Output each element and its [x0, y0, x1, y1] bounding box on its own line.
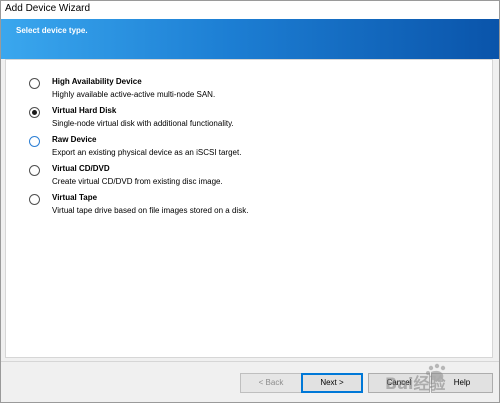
option-description: Virtual tape drive based on file images … — [52, 206, 249, 215]
cancel-button[interactable]: Cancel — [368, 373, 430, 393]
radio-button[interactable] — [29, 165, 40, 176]
option-description: Export an existing physical device as an… — [52, 148, 242, 157]
window-title: Add Device Wizard — [5, 3, 91, 14]
option-title: High Availability Device — [52, 77, 142, 86]
option-virtual-hard-disk[interactable]: Virtual Hard Disk Single-node virtual di… — [26, 101, 466, 129]
radio-dot — [32, 110, 37, 115]
help-button[interactable]: Help — [431, 373, 493, 393]
option-high-availability-device[interactable]: High Availability Device Highly availabl… — [26, 72, 466, 100]
back-button[interactable]: < Back — [240, 373, 302, 393]
option-title: Virtual CD/DVD — [52, 164, 110, 173]
next-button[interactable]: Next > — [301, 373, 363, 393]
wizard-window: Add Device Wizard Select device type. Hi… — [0, 0, 500, 403]
header-banner: Select device type. — [1, 19, 499, 59]
option-virtual-tape[interactable]: Virtual Tape Virtual tape drive based on… — [26, 188, 466, 216]
radio-button[interactable] — [29, 136, 40, 147]
step-instruction: Select device type. — [16, 26, 88, 35]
option-title: Virtual Tape — [52, 193, 98, 202]
radio-button[interactable] — [29, 194, 40, 205]
option-description: Highly available active-active multi-nod… — [52, 90, 216, 99]
radio-button[interactable] — [29, 78, 40, 89]
footer-divider — [1, 361, 499, 362]
option-title: Virtual Hard Disk — [52, 106, 117, 115]
device-type-panel: High Availability Device Highly availabl… — [5, 59, 493, 358]
option-description: Single-node virtual disk with additional… — [52, 119, 234, 128]
title-bar[interactable]: Add Device Wizard — [1, 1, 499, 20]
option-raw-device[interactable]: Raw Device Export an existing physical d… — [26, 130, 466, 158]
option-description: Create virtual CD/DVD from existing disc… — [52, 177, 223, 186]
radio-button-selected[interactable] — [29, 107, 40, 118]
option-title: Raw Device — [52, 135, 97, 144]
option-virtual-cd-dvd[interactable]: Virtual CD/DVD Create virtual CD/DVD fro… — [26, 159, 466, 187]
